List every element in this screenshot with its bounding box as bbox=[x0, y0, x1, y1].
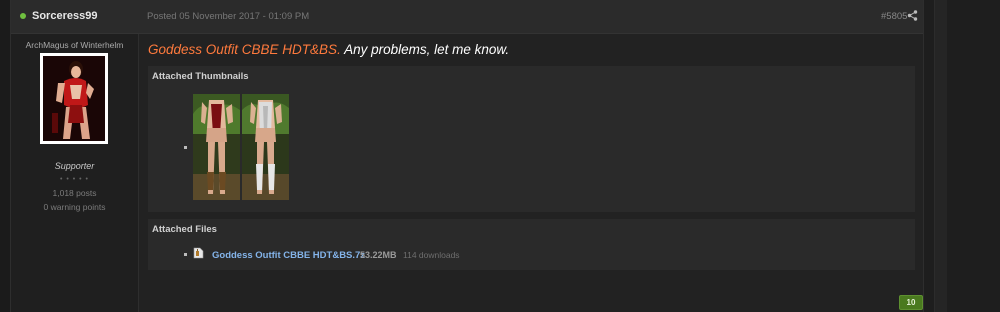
warning-points: 0 warning points bbox=[43, 202, 106, 212]
avatar-image bbox=[43, 56, 105, 141]
forum-post: Sorceress99 Posted 05 November 2017 - 01… bbox=[10, 0, 924, 312]
post-number-link[interactable]: #5805 bbox=[881, 11, 907, 22]
attached-thumbnails-title: Attached Thumbnails bbox=[152, 71, 249, 82]
attachment-download-count: 114 downloads bbox=[403, 250, 460, 260]
attached-files-title: Attached Files bbox=[152, 224, 217, 235]
avatar[interactable] bbox=[40, 53, 108, 144]
author-name-link[interactable]: Sorceress99 bbox=[32, 10, 97, 22]
member-group: Supporter bbox=[54, 161, 95, 171]
bullet-icon bbox=[184, 253, 187, 256]
attachment-file-link[interactable]: Goddess Outfit CBBE HDT&BS.7z bbox=[212, 250, 365, 261]
attached-thumbnails: Attached Thumbnails bbox=[148, 66, 915, 212]
bullet-icon bbox=[184, 146, 187, 149]
post-header: Sorceress99 Posted 05 November 2017 - 01… bbox=[11, 0, 923, 34]
author-pane: ArchMagus of Winterhelm Supporter • • • … bbox=[11, 34, 139, 312]
highlighted-text: Goddess Outfit CBBE HDT&BS. bbox=[148, 42, 341, 57]
author-title: ArchMagus of Winterhelm bbox=[25, 40, 124, 50]
attachment-file-size: 53.22MB bbox=[360, 250, 397, 260]
post-content: Goddess Outfit CBBE HDT&BS. Any problems… bbox=[147, 34, 923, 312]
thumbnail-image[interactable] bbox=[193, 94, 240, 200]
scrollbar-track[interactable] bbox=[934, 0, 947, 312]
thumbnail-image[interactable] bbox=[242, 94, 289, 200]
rank-pips: • • • • • bbox=[59, 176, 90, 183]
post-count: 1,018 posts bbox=[52, 188, 97, 198]
share-icon[interactable] bbox=[907, 10, 918, 21]
reputation-badge[interactable]: 10 bbox=[899, 295, 923, 310]
attached-files: Attached Files Goddess Outfit CBBE HDT&B… bbox=[148, 219, 915, 270]
post-text-rest: Any problems, let me know. bbox=[340, 42, 510, 57]
post-text: Goddess Outfit CBBE HDT&BS. Any problems… bbox=[148, 42, 509, 57]
post-date: Posted 05 November 2017 - 01:09 PM bbox=[147, 11, 310, 22]
online-status-icon bbox=[20, 13, 26, 19]
archive-file-icon bbox=[193, 247, 204, 259]
page-right-gutter bbox=[924, 0, 1000, 312]
